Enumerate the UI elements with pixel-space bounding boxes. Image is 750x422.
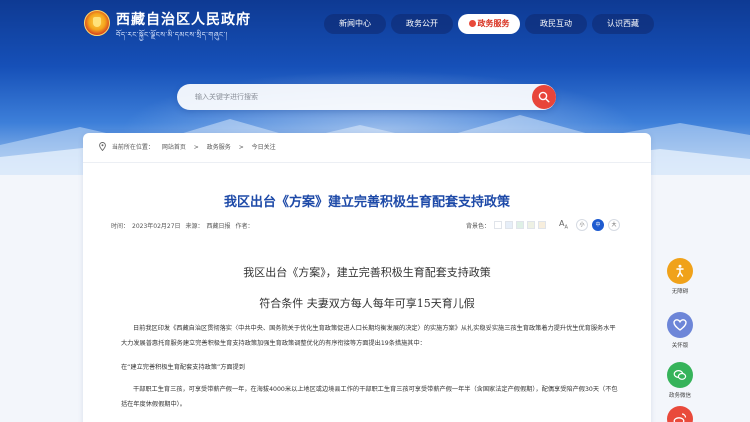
bg-swatch-olive[interactable] xyxy=(527,221,535,229)
sidebar-accessibility-label: 无障碍 xyxy=(671,289,689,295)
meta-source-label: 来源： xyxy=(185,223,204,230)
search-icon xyxy=(538,91,550,103)
sidebar-care-version[interactable]: 关怀版 xyxy=(664,312,696,349)
sidebar-care-version-label: 关怀版 xyxy=(671,343,689,349)
breadcrumb-gov-services[interactable]: 政务服务 xyxy=(207,144,231,151)
breadcrumb-divider xyxy=(83,162,651,163)
search-bar xyxy=(177,84,556,110)
breadcrumb: 当前所在位置： 网站首页 > 政务服务 > 今日关注 xyxy=(99,142,282,151)
search-input[interactable] xyxy=(195,90,515,104)
meta-author-label: 作者： xyxy=(235,223,254,230)
heart-icon xyxy=(667,312,693,338)
article-paragraph: 日前我区印发《西藏自治区贯彻落实〈中共中央、国务院关于优化生育政策促进人口长期均… xyxy=(121,325,616,347)
accessibility-icon xyxy=(667,258,693,284)
breadcrumb-home[interactable]: 网站首页 xyxy=(162,144,186,151)
font-size-small[interactable]: 小 xyxy=(576,219,588,231)
article-subheading: 符合条件 夫妻双方每人每年可享15天育儿假 xyxy=(259,297,475,310)
article-heading: 我区出台《方案》，建立完善积极生育配套支持政策 xyxy=(243,266,491,279)
government-emblem-icon[interactable] xyxy=(84,10,110,36)
breadcrumb-separator: > xyxy=(238,144,244,151)
sidebar-accessibility[interactable]: 无障碍 xyxy=(664,258,696,295)
breadcrumb-today-focus[interactable]: 今日关注 xyxy=(252,144,276,151)
search-button[interactable] xyxy=(532,85,556,109)
meta-time-label: 时间： xyxy=(111,223,130,230)
background-color-label: 背景色： xyxy=(466,223,491,230)
meta-source: 西藏日报 xyxy=(206,223,231,230)
nav-know-tibet[interactable]: 认识西藏 xyxy=(592,14,654,34)
weibo-icon xyxy=(667,406,693,422)
bg-swatch-white[interactable] xyxy=(494,221,502,229)
nav-gov-services[interactable]: 政务服务 xyxy=(458,14,520,34)
nav-public-interaction[interactable]: 政民互动 xyxy=(525,14,587,34)
breadcrumb-separator: > xyxy=(193,144,199,151)
bg-swatch-beige[interactable] xyxy=(538,221,546,229)
font-size-large[interactable]: 大 xyxy=(608,219,620,231)
location-pin-icon xyxy=(99,142,106,151)
nav-gov-services-label: 政务服务 xyxy=(477,19,510,28)
gov-services-icon xyxy=(468,20,476,27)
article-title: 我区出台《方案》建立完善积极生育配套支持政策 xyxy=(223,195,510,210)
site-subtitle: བོད་རང་སྐྱོང་ལྗོངས་མི་དམངས་སྲིད་གཞུང་། xyxy=(116,31,228,39)
nav-news-center[interactable]: 新闻中心 xyxy=(324,14,386,34)
bg-swatch-blue[interactable] xyxy=(505,221,513,229)
font-size-icon: AA xyxy=(559,219,568,231)
wechat-icon xyxy=(667,362,693,388)
sidebar-wechat[interactable]: 政务微信 xyxy=(664,362,696,399)
article-paragraph: 在“建立完善积极生育配套支持政策”方面提到 xyxy=(121,364,245,371)
sidebar-weibo[interactable] xyxy=(664,406,696,422)
article-card: 当前所在位置： 网站首页 > 政务服务 > 今日关注 我区出台《方案》建立完善积… xyxy=(83,133,651,422)
meta-time: 2023年02月27日 xyxy=(132,223,181,230)
bg-swatch-green[interactable] xyxy=(516,221,524,229)
breadcrumb-prefix: 当前所在位置： xyxy=(111,144,154,151)
article-meta: 时间： 2023年02月27日 来源： 西藏日报 作者： xyxy=(111,221,256,230)
article-paragraph: 干部职工生育三孩，可享受带薪产假一年，在海拔4000米以上地区或边境县工作的干部… xyxy=(121,386,618,408)
site-title[interactable]: 西藏自治区人民政府 xyxy=(116,9,251,29)
sidebar-wechat-label: 政务微信 xyxy=(668,393,691,399)
nav-gov-affairs-open[interactable]: 政务公开 xyxy=(391,14,453,34)
font-size-medium[interactable]: 中 xyxy=(592,219,604,231)
